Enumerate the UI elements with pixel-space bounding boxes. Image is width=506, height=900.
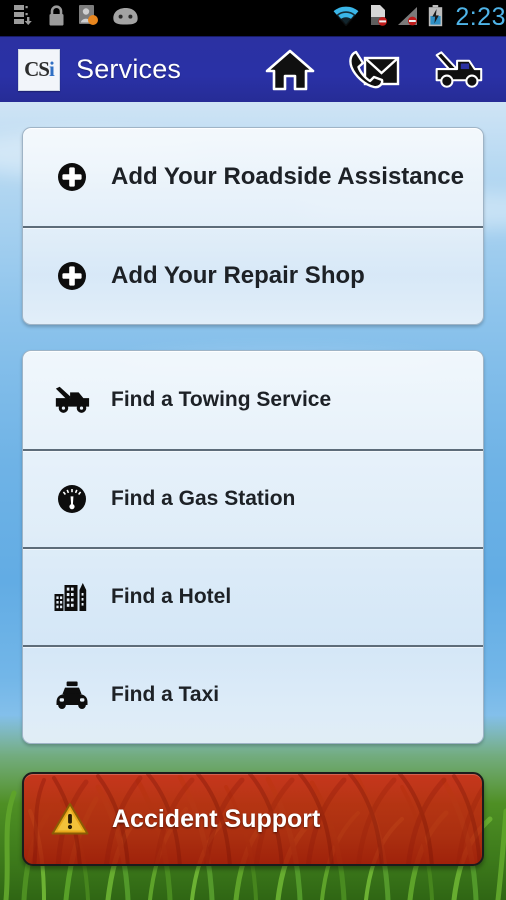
plus-circle-icon [53, 162, 91, 192]
taxi-icon [53, 680, 91, 710]
home-icon[interactable] [264, 47, 316, 93]
page-title: Services [76, 54, 182, 84]
buildings-icon [53, 582, 91, 612]
storage-download-icon [14, 5, 34, 31]
app-screen: 2:23 CSi Services Add Your Roadside Assi… [0, 0, 506, 900]
tow-truck-icon [53, 385, 91, 415]
fuel-gauge-icon [53, 484, 91, 514]
find-towing-service[interactable]: Find a Towing Service [23, 351, 483, 449]
battery-charging-icon [428, 4, 443, 32]
app-header-bar: CSi Services [0, 36, 506, 102]
status-bar: 2:23 [0, 0, 506, 36]
status-bar-right-icons [333, 4, 453, 32]
wifi-icon [333, 6, 359, 31]
logo-text-primary: CS [24, 57, 50, 81]
warning-triangle-icon [50, 802, 90, 836]
add-repair-shop[interactable]: Add Your Repair Shop [23, 226, 483, 324]
header-actions [264, 47, 506, 93]
find-gas-station[interactable]: Find a Gas Station [23, 449, 483, 547]
signal-disabled-icon [397, 6, 419, 31]
contact-us-icon[interactable] [348, 47, 400, 93]
accident-support-label: Accident Support [112, 804, 321, 833]
accident-support-button[interactable]: Accident Support [22, 772, 484, 866]
find-gas-station-label: Find a Gas Station [111, 487, 296, 510]
tow-truck-icon[interactable] [432, 47, 484, 93]
find-hotel-label: Find a Hotel [111, 585, 232, 608]
sd-card-disabled-icon [368, 5, 388, 31]
content-area: Add Your Roadside Assistance Add Your Re… [0, 102, 506, 900]
add-roadside-assistance[interactable]: Add Your Roadside Assistance [23, 128, 483, 226]
app-logo: CSi [18, 48, 60, 91]
add-roadside-assistance-label: Add Your Roadside Assistance [111, 163, 464, 190]
add-repair-shop-label: Add Your Repair Shop [111, 262, 365, 289]
lock-icon [48, 4, 65, 32]
logo-text-accent: i [49, 57, 55, 81]
android-robot-icon [112, 7, 139, 30]
status-bar-left-icons [0, 4, 139, 32]
find-services-card: Find a Towing Service Find a Gas Station… [22, 350, 484, 744]
plus-circle-icon [53, 261, 91, 291]
find-towing-service-label: Find a Towing Service [111, 388, 332, 411]
find-hotel[interactable]: Find a Hotel [23, 547, 483, 645]
add-services-card: Add Your Roadside Assistance Add Your Re… [22, 127, 484, 325]
contact-sync-icon [79, 5, 98, 31]
find-taxi[interactable]: Find a Taxi [23, 645, 483, 743]
status-bar-clock: 2:23 [455, 2, 506, 31]
find-taxi-label: Find a Taxi [111, 683, 220, 706]
